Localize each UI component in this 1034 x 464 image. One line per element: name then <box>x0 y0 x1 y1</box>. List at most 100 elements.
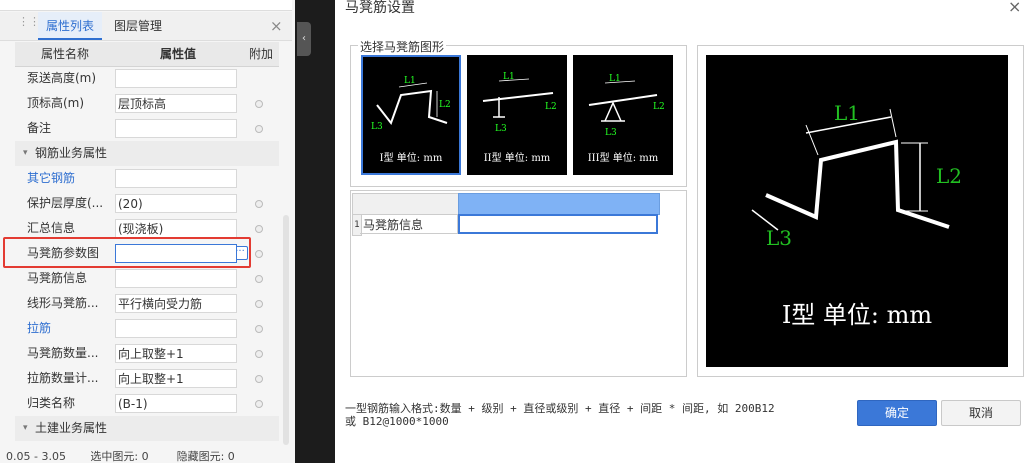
dialog-title: 马凳筋设置 <box>345 0 415 16</box>
property-value[interactable] <box>115 69 237 88</box>
attach-checkbox[interactable] <box>255 375 263 383</box>
column-value: 属性值 <box>159 47 196 61</box>
property-value[interactable]: (20) <box>115 194 237 213</box>
svg-text:L3: L3 <box>605 128 617 138</box>
group-header[interactable]: ▾ 钢筋业务属性 <box>15 141 279 166</box>
shape-type2-icon: L1 L2 L3 <box>482 72 557 134</box>
property-name: 线形马凳筋... <box>27 296 99 310</box>
property-row: 保护层厚度(... (20) <box>15 191 279 216</box>
expand-triangle-icon[interactable]: ▾ <box>23 416 28 441</box>
shape-caption-3: III型 单位: mm <box>587 153 659 164</box>
dialog-close-icon[interactable]: × <box>1008 0 1021 16</box>
svg-text:L3: L3 <box>371 122 383 132</box>
column-extra: 附加 <box>248 47 273 61</box>
attach-checkbox[interactable] <box>255 200 263 208</box>
attach-checkbox[interactable] <box>255 250 263 258</box>
top-strip <box>0 0 292 11</box>
ok-button[interactable]: 确定 <box>857 400 937 426</box>
shape-caption-1: I型 单位: mm <box>379 153 443 164</box>
tab-properties[interactable]: 属性列表 <box>38 12 102 40</box>
property-value[interactable]: 向上取整+1 <box>115 344 237 363</box>
svg-text:L1: L1 <box>404 76 416 86</box>
attach-checkbox[interactable] <box>255 225 263 233</box>
property-row: 马凳筋信息 <box>15 266 279 291</box>
preview-label-l3: L3 <box>766 226 792 250</box>
grid-header-label <box>360 193 459 215</box>
property-value[interactable]: 平行横向受力筋 <box>115 294 237 313</box>
property-name: 马凳筋信息 <box>27 271 88 285</box>
preview-label-l2: L2 <box>936 164 962 188</box>
status-text: 0.05 - 3.05 选中图元: 0 隐藏图元: 0 <box>6 450 235 463</box>
property-value[interactable] <box>115 169 237 188</box>
shape-type3-icon: L1 L2 L3 <box>588 74 665 138</box>
property-name: 保护层厚度(... <box>27 196 104 210</box>
property-name: 马凳筋数量... <box>27 346 99 360</box>
property-row: 泵送高度(m) <box>15 66 279 91</box>
shape-option-type2[interactable]: L1 L2 L3 II型 单位: mm <box>467 55 567 175</box>
group-header[interactable]: ▾ 土建业务属性 <box>15 416 279 441</box>
canvas-edge <box>295 0 335 463</box>
close-icon[interactable]: × <box>270 12 283 40</box>
property-name: 备注 <box>27 121 52 135</box>
property-row: 马凳筋参数图 ··· <box>3 237 279 268</box>
property-row: 拉筋 <box>15 316 279 341</box>
property-row: 顶标高(m) 层顶标高 <box>15 91 279 116</box>
property-value[interactable]: 层顶标高 <box>115 94 237 113</box>
shape-type1-icon: L1 L2 L3 <box>371 76 451 132</box>
property-value[interactable] <box>115 269 237 288</box>
collapse-arrow-icon[interactable]: ‹ <box>297 22 311 56</box>
preview-label-l1: L1 <box>834 101 860 125</box>
property-row: 归类名称 (B-1) <box>15 391 279 416</box>
attach-checkbox[interactable] <box>255 125 263 133</box>
property-row: 备注 <box>15 116 279 141</box>
shape-option-type3[interactable]: L1 L2 L3 III型 单位: mm <box>573 55 673 175</box>
hint-line-2: 或 B12@1000*1000 <box>345 415 449 428</box>
grid-row-label: 马凳筋信息 <box>360 214 458 234</box>
scrollbar[interactable] <box>283 215 289 445</box>
property-name: 归类名称 <box>27 396 76 410</box>
drag-handle-icon[interactable]: ⋮⋮ <box>18 16 40 34</box>
format-hint: 一型钢筋输入格式:数量 + 级别 + 直径或级别 + 直径 + 间距 * 间距,… <box>345 402 775 428</box>
property-name: 顶标高(m) <box>27 96 85 110</box>
property-value[interactable] <box>115 119 237 138</box>
group-label: 土建业务属性 <box>35 421 108 435</box>
property-row: 线形马凳筋... 平行横向受力筋 <box>15 291 279 316</box>
grid-header-value <box>458 193 660 215</box>
expand-triangle-icon[interactable]: ▾ <box>23 141 28 166</box>
property-value[interactable] <box>115 319 237 338</box>
property-value[interactable]: (现浇板) <box>115 219 237 238</box>
svg-text:L1: L1 <box>503 72 515 82</box>
shape-caption-2: II型 单位: mm <box>483 153 551 164</box>
svg-text:L2: L2 <box>439 100 451 110</box>
attach-checkbox[interactable] <box>255 350 263 358</box>
cancel-button[interactable]: 取消 <box>941 400 1021 426</box>
shape-option-type1[interactable]: L1 L2 L3 I型 单位: mm <box>361 55 461 175</box>
svg-text:L2: L2 <box>545 102 557 112</box>
svg-text:L1: L1 <box>609 74 621 84</box>
property-name: 拉筋数量计... <box>27 371 99 385</box>
property-name: 拉筋 <box>27 321 52 335</box>
property-name: 其它钢筋 <box>27 171 76 185</box>
shape-group-label: 选择马凳筋图形 <box>358 38 447 55</box>
group-label: 钢筋业务属性 <box>35 146 108 160</box>
status-bar: 0.05 - 3.05 选中图元: 0 隐藏图元: 0 <box>0 447 335 463</box>
property-row: 拉筋数量计... 向上取整+1 <box>15 366 279 391</box>
svg-text:L3: L3 <box>495 124 507 134</box>
property-value[interactable]: (B-1) <box>115 394 237 413</box>
attach-checkbox[interactable] <box>255 300 263 308</box>
attach-checkbox[interactable] <box>255 325 263 333</box>
attach-checkbox[interactable] <box>255 275 263 283</box>
tab-layers[interactable]: 图层管理 <box>114 12 174 40</box>
property-value[interactable] <box>115 244 237 263</box>
svg-text:L2: L2 <box>653 102 665 112</box>
property-value[interactable]: 向上取整+1 <box>115 369 237 388</box>
preview-image: L1 L2 L3 I型 单位: mm <box>706 55 1008 367</box>
attach-checkbox[interactable] <box>255 400 263 408</box>
property-name: 泵送高度(m) <box>27 71 97 85</box>
stirrup-info-input[interactable] <box>458 214 658 234</box>
preview-caption: I型 单位: mm <box>781 301 933 329</box>
attach-checkbox[interactable] <box>255 100 263 108</box>
properties-header: 属性名称 属性值 附加 <box>15 42 279 67</box>
panel-tabbar: ⋮⋮ 属性列表 图层管理 × <box>0 12 292 41</box>
column-name: 属性名称 <box>40 47 89 61</box>
